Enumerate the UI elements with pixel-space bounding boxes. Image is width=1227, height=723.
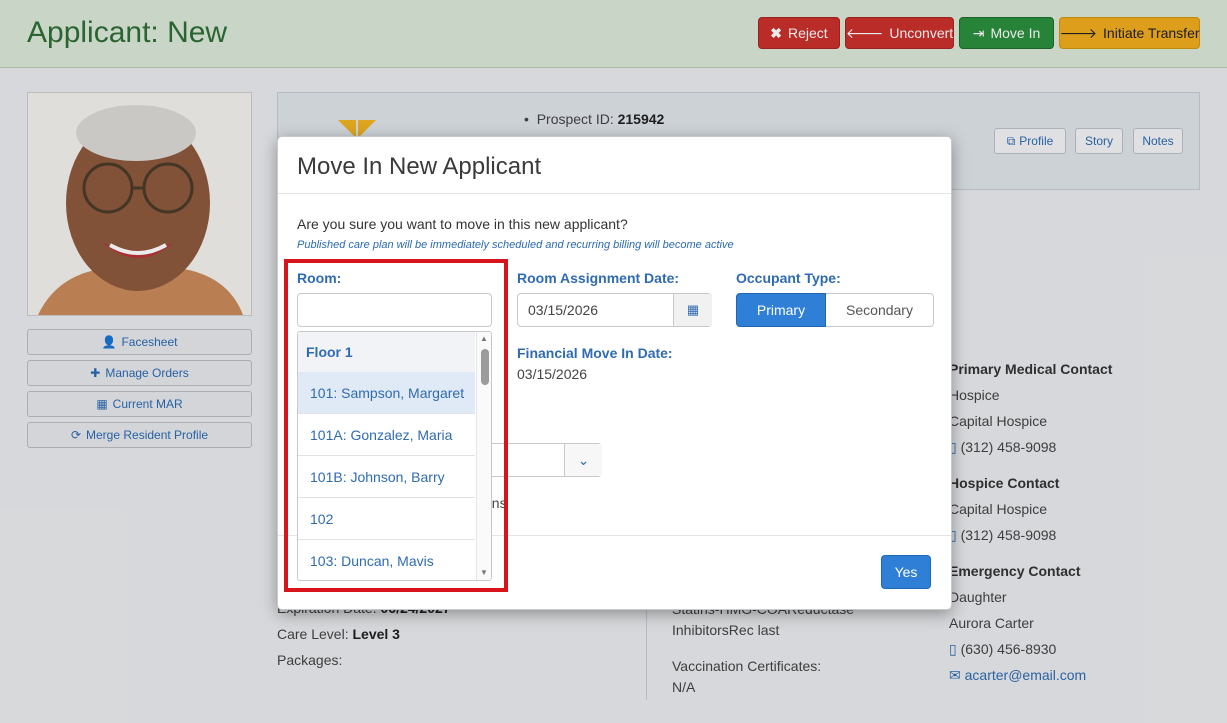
occupant-primary-toggle[interactable]: Primary (736, 293, 826, 327)
occupant-secondary-toggle[interactable]: Secondary (826, 293, 934, 327)
modal-header-divider (278, 193, 951, 194)
calendar-icon[interactable]: ▦ (673, 294, 712, 326)
yes-button[interactable]: Yes (881, 555, 931, 589)
confirm-question: Are you sure you want to move in this ne… (297, 216, 628, 232)
financial-move-in-date-value: 03/15/2026 (517, 366, 588, 382)
billing-note: Published care plan will be immediately … (297, 239, 734, 251)
occupant-type-label: Occupant Type: (736, 270, 841, 286)
room-assignment-date-label: Room Assignment Date: (517, 270, 680, 286)
financial-move-in-date-label: Financial Move In Date: (517, 345, 673, 361)
chevron-down-icon[interactable]: ⌄ (564, 444, 602, 476)
room-highlight-box (284, 259, 508, 592)
room-assignment-date-value: 03/15/2026 (528, 302, 599, 318)
modal-title: Move In New Applicant (297, 153, 542, 180)
room-assignment-date-field[interactable]: 03/15/2026 ▦ (517, 293, 712, 327)
